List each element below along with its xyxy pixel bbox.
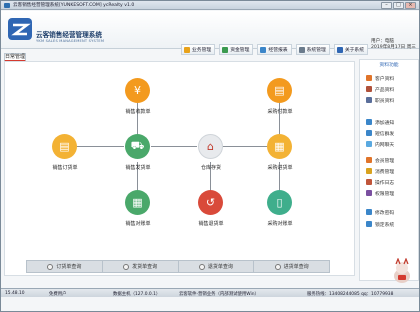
sidebar-item-sms[interactable]: 短信群发 [366, 129, 394, 137]
node-sales-receipt[interactable]: ¥ 销售收款单 [108, 78, 168, 128]
app-title: 云客销售经营管理系统 [36, 31, 102, 39]
node-purchase-payment[interactable]: ▤ 采购付款单 [250, 78, 310, 128]
lock-icon [366, 221, 372, 227]
consume-icon [366, 168, 372, 174]
sidebar-item-consumption[interactable]: 消费管理 [366, 167, 394, 175]
sidebar-item-add-notice[interactable]: 添加通知 [366, 118, 394, 126]
top-nav: 业务管理 资金管理 经营报表 系统管理 关于系统 [181, 44, 369, 56]
node-purchase-reconcile[interactable]: ▯ 采购对账单 [250, 190, 310, 240]
search-icon [123, 263, 130, 270]
search-icon [47, 263, 54, 270]
maximize-button[interactable]: □ [393, 2, 404, 9]
node-sales-reconcile[interactable]: ▦ 销售对账单 [108, 190, 168, 240]
sidebar-item-products[interactable]: 产品资料 [366, 85, 394, 93]
order-query-button[interactable]: 订货单查询 [27, 261, 103, 272]
staff-icon [366, 97, 372, 103]
status-version: 15.48.10 [5, 291, 25, 296]
main-window: 云客销售经营管理系统[YUNKESOFT.COM] ycRealty v1.0 … [0, 0, 420, 312]
return-query-button[interactable]: 退货单查询 [179, 261, 255, 272]
nav-business[interactable]: 业务管理 [181, 44, 216, 55]
nav-reports[interactable]: 经营报表 [257, 44, 292, 55]
header: 云客销售经营管理系统 YKM SALES MANAGEMENT SYSTEM 业… [1, 11, 419, 55]
delivery-query-button[interactable]: 发货单查询 [103, 261, 179, 272]
nav-about[interactable]: 关于系统 [333, 44, 369, 55]
warehouse-icon: ⌂ [198, 134, 223, 159]
report-icon [260, 46, 267, 53]
flow-panel: ¥ 销售收款单 ▤ 采购付款单 ▤ 销售订货单 ⛟ 销售发货单 ⌂ 仓库存货 ▦… [4, 61, 355, 276]
permission-icon [366, 190, 372, 196]
right-sidebar: 资料功能 客户资料 产品资料 职员资料 添加通知 短信群发 内网聊天 会员管理 … [359, 59, 419, 281]
cart-icon: ▦ [267, 134, 292, 159]
search-icon [274, 263, 281, 270]
node-sales-return[interactable]: ↺ 销售退货单 [181, 190, 241, 240]
status-bar: 15.48.10 免费用户 数据主机（127.0.0.1） 云客软件·营销业务（… [1, 288, 419, 297]
log-icon [366, 179, 372, 185]
add-notice-icon [366, 119, 372, 125]
sidebar-item-chat[interactable]: 内网聊天 [366, 140, 394, 148]
sidebar-item-lock-system[interactable]: 锁定系统 [366, 220, 394, 228]
app-subtitle: YKM SALES MANAGEMENT SYSTEM [36, 39, 105, 43]
window-title: 云客销售经营管理系统[YUNKESOFT.COM] ycRealty v1.0 [13, 3, 135, 8]
sidebar-item-customers[interactable]: 客户资料 [366, 74, 394, 82]
truck-icon: ⛟ [125, 134, 150, 159]
sidebar-item-staff[interactable]: 职员资料 [366, 96, 394, 104]
password-icon [366, 209, 372, 215]
status-host: 数据主机（127.0.0.1） [113, 292, 161, 297]
node-warehouse[interactable]: ⌂ 仓库存货 [181, 134, 241, 184]
return-icon: ↺ [198, 190, 223, 215]
product-icon [366, 86, 372, 92]
sidebar-item-change-password[interactable]: 修改密码 [366, 208, 394, 216]
logo-icon [8, 18, 32, 40]
user-info: 用户：电脑 2019年8月17日 周三 [371, 39, 416, 51]
info-icon [336, 46, 343, 53]
nav-system[interactable]: 系统管理 [295, 44, 330, 55]
node-sales-delivery[interactable]: ⛟ 销售发货单 [108, 134, 168, 184]
title-bar: 云客销售经营管理系统[YUNKESOFT.COM] ycRealty v1.0 … [1, 1, 419, 10]
sidebar-section-title: 资料功能 [379, 63, 399, 68]
app-icon [4, 3, 10, 8]
calculator-icon: ▦ [125, 190, 150, 215]
member-icon [366, 157, 372, 163]
bill-icon: ▤ [267, 78, 292, 103]
phone-icon: ▯ [267, 190, 292, 215]
close-button[interactable]: × [405, 2, 416, 9]
gear-icon [298, 46, 305, 53]
money-icon [222, 46, 229, 53]
sidebar-item-permissions[interactable]: 权限管理 [366, 189, 394, 197]
node-sales-order[interactable]: ▤ 销售订货单 [35, 134, 95, 184]
customer-icon [366, 75, 372, 81]
sidebar-item-members[interactable]: 会员管理 [366, 156, 394, 164]
node-purchase-receipt[interactable]: ▦ 采购进货单 [250, 134, 310, 184]
sidebar-item-logs[interactable]: 操作日志 [366, 178, 394, 186]
query-bar: 订货单查询 发货单查询 退货单查询 进货单查询 [26, 260, 330, 273]
purchase-query-button[interactable]: 进货单查询 [254, 261, 329, 272]
search-icon [198, 263, 205, 270]
minimize-button[interactable]: – [381, 2, 392, 9]
sms-icon [366, 130, 372, 136]
yen-icon: ¥ [125, 78, 150, 103]
current-date: 2019年8月17日 周三 [371, 45, 416, 50]
nav-funds[interactable]: 资金管理 [219, 44, 254, 55]
folder-icon [184, 46, 190, 53]
status-user-type: 免费用户 [49, 292, 67, 297]
status-company: 云客软件·营销业务（内部测试使用Win） [179, 292, 259, 297]
order-icon: ▤ [52, 134, 77, 159]
chat-icon [366, 141, 372, 147]
status-service: 服务热线：13408244085 qq：10779938 [307, 292, 394, 297]
mascot-icon [394, 258, 410, 283]
